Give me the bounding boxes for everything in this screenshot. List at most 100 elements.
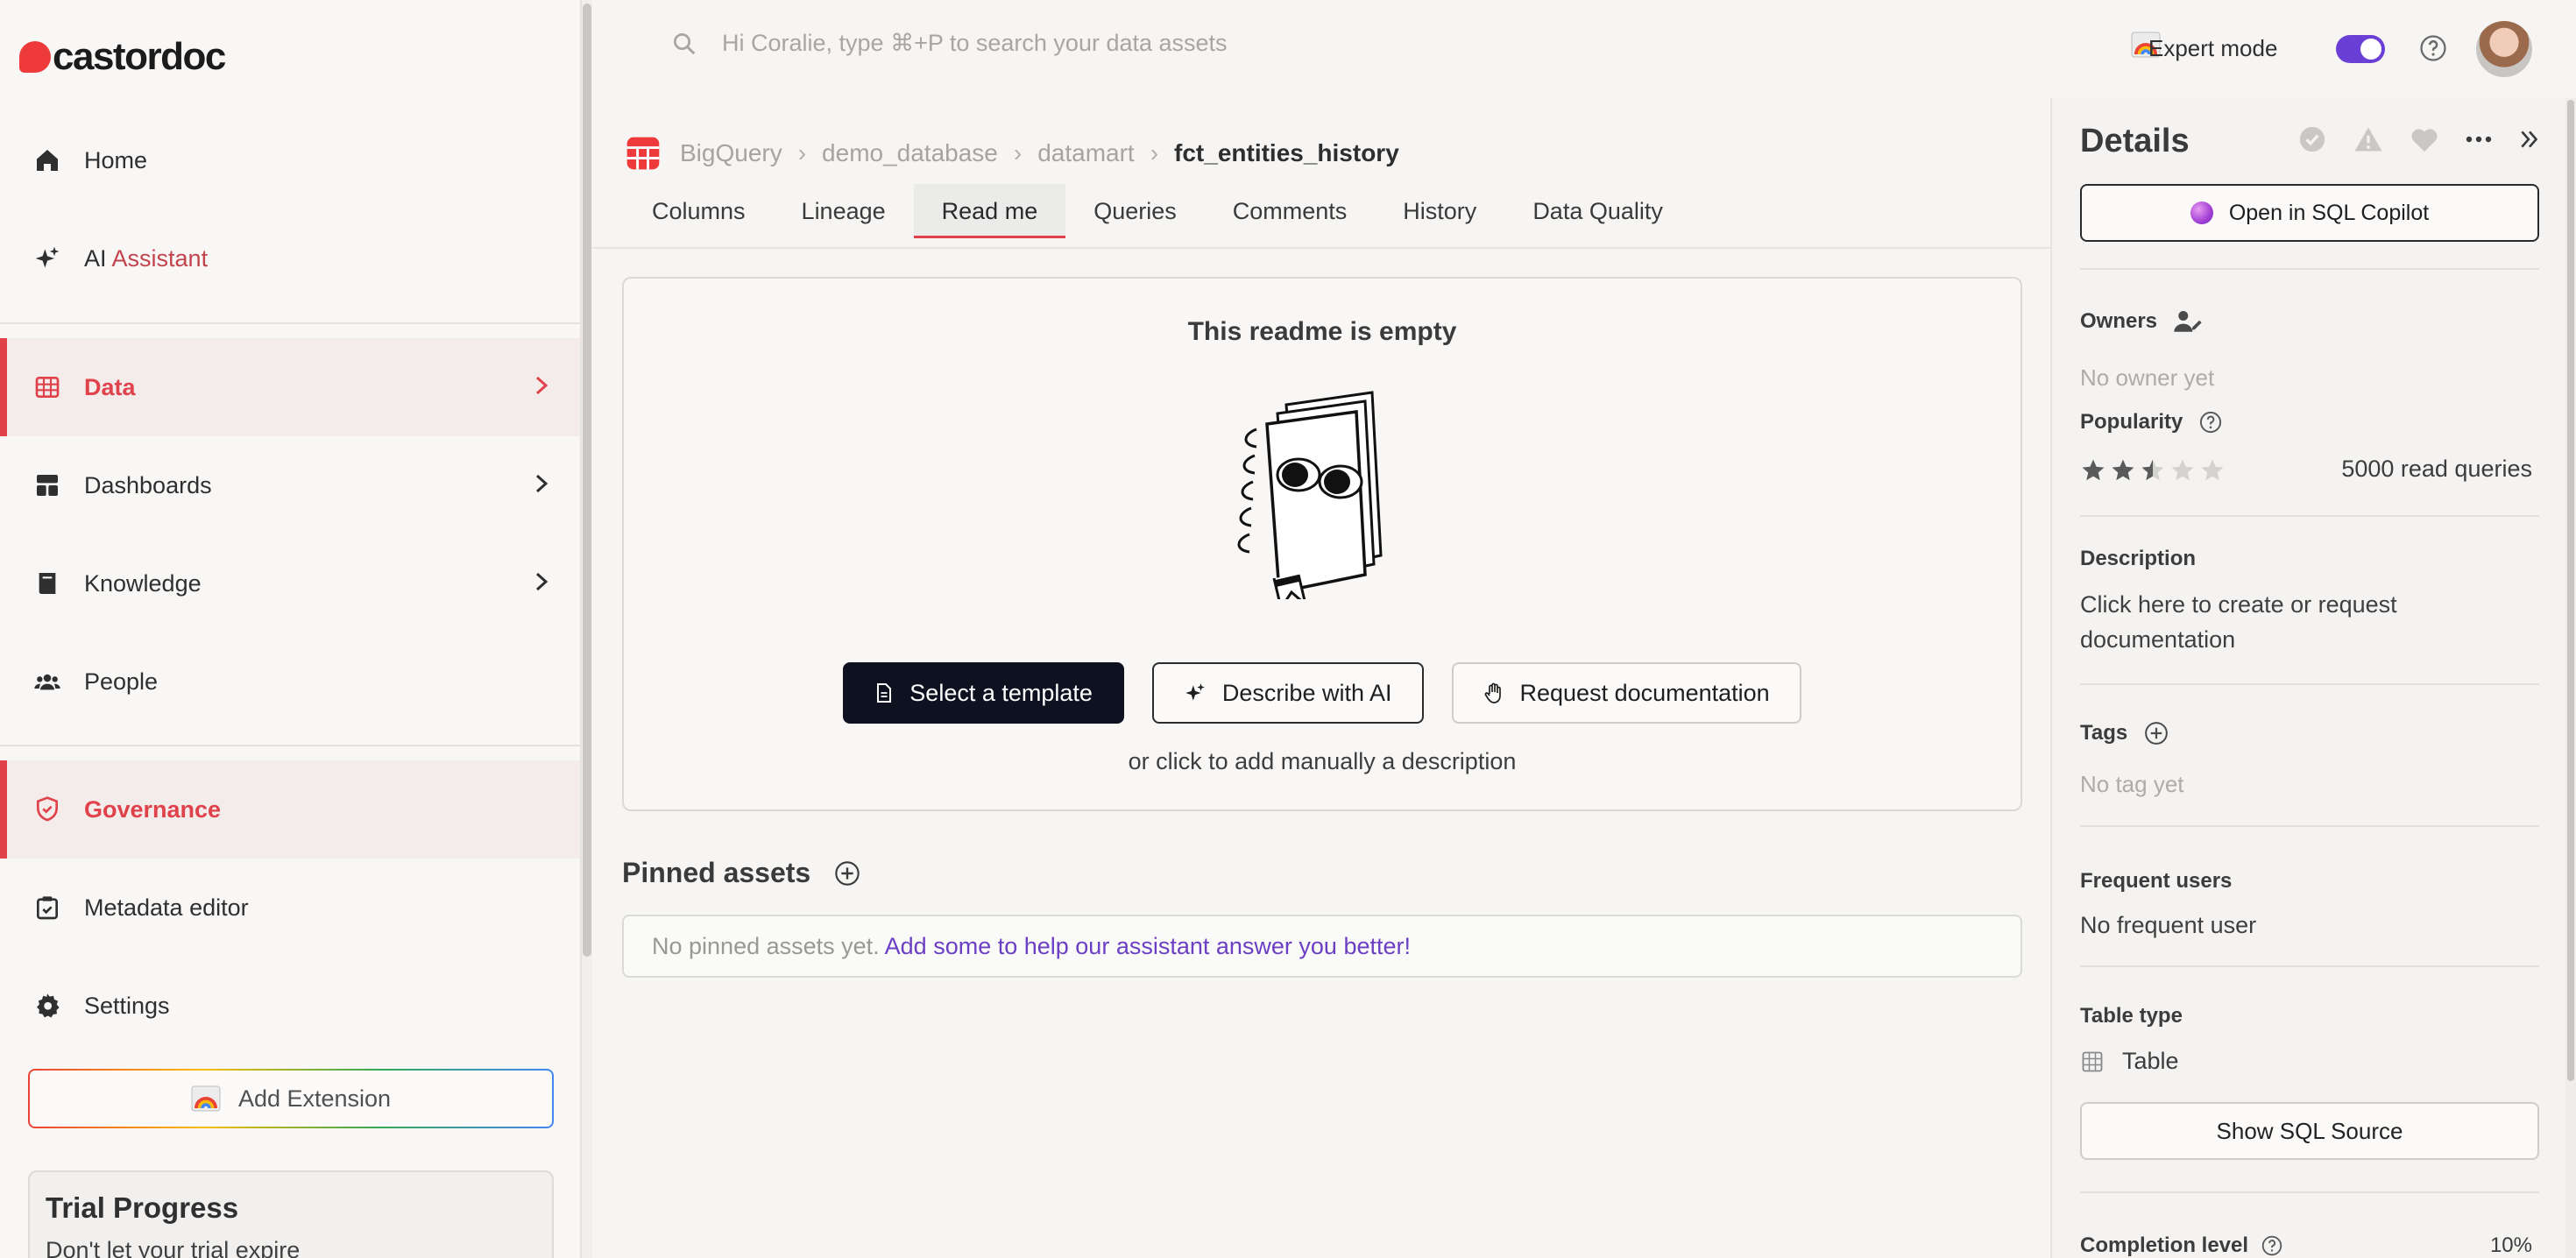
home-icon [26, 146, 68, 174]
popularity-stars [2080, 457, 2226, 488]
open-sql-copilot-label: Open in SQL Copilot [2228, 200, 2430, 225]
select-template-label: Select a template [909, 679, 1093, 706]
more-options-icon[interactable] [2466, 135, 2492, 144]
breadcrumb-schema[interactable]: datamart [1037, 139, 1135, 167]
toggle-knob [2360, 39, 2381, 60]
sidebar-item-home[interactable]: Home [0, 111, 580, 209]
tab-columns[interactable]: Columns [624, 184, 774, 238]
sidebar-item-knowledge[interactable]: Knowledge [0, 534, 580, 633]
heart-icon[interactable] [2410, 125, 2439, 153]
table-type-label: Table type [2080, 1004, 2183, 1028]
shield-check-icon [26, 795, 68, 823]
request-documentation-label: Request documentation [1519, 679, 1770, 706]
details-divider [2080, 683, 2539, 685]
scrollbar-thumb[interactable] [583, 4, 591, 957]
chevron-right-icon [531, 470, 552, 504]
warning-icon[interactable] [2353, 125, 2383, 153]
sidebar-item-data[interactable]: Data [0, 338, 580, 436]
sidebar-item-ai-assistant[interactable]: AI Assistant [0, 209, 580, 307]
tags-value: No tag yet [2080, 771, 2184, 797]
completion-value: 10% [2489, 1233, 2532, 1257]
popularity-label-text: Popularity [2080, 410, 2183, 434]
pinned-assets-header: Pinned assets [622, 857, 861, 889]
verified-check-icon[interactable] [2297, 124, 2327, 154]
sidebar-item-governance[interactable]: Governance [0, 760, 580, 859]
sidebar-item-dashboards[interactable]: Dashboards [0, 436, 580, 534]
sidebar-item-label: Governance [84, 795, 222, 823]
sidebar-item-label: People [84, 668, 159, 695]
tab-comments[interactable]: Comments [1205, 184, 1376, 238]
expert-mode-toggle[interactable] [2336, 35, 2385, 63]
logo-mark [19, 41, 51, 73]
sidebar-item-settings[interactable]: Settings [0, 957, 580, 1055]
details-divider [2080, 268, 2539, 270]
select-template-button[interactable]: Select a template [843, 662, 1124, 724]
description-value[interactable]: Click here to create or request document… [2080, 587, 2518, 657]
describe-with-ai-button[interactable]: Describe with AI [1151, 662, 1424, 724]
sparkle-icon [1184, 682, 1207, 704]
collapse-panel-icon[interactable] [2518, 128, 2541, 151]
breadcrumb-source[interactable]: BigQuery [680, 139, 782, 167]
document-icon [874, 682, 894, 703]
chevron-right-icon [531, 371, 552, 406]
tab-history[interactable]: History [1375, 184, 1504, 238]
help-icon[interactable] [2261, 1234, 2283, 1257]
star-icon [2169, 457, 2196, 488]
people-icon [26, 668, 68, 696]
search-input[interactable]: Hi Coralie, type ⌘+P to search your data… [722, 30, 1228, 57]
chrome-extension-icon [191, 1085, 221, 1112]
tab-read-me[interactable]: Read me [913, 184, 1066, 238]
sidebar-item-metadata-editor[interactable]: Metadata editor [0, 859, 580, 957]
add-tag-icon[interactable] [2143, 720, 2169, 746]
table-icon [624, 134, 662, 173]
trial-title: Trial Progress [46, 1191, 239, 1224]
chevron-right-icon [531, 568, 552, 602]
sidebar-item-label: Settings [84, 992, 170, 1019]
tab-data-quality[interactable]: Data Quality [1504, 184, 1691, 238]
scrollbar-thumb[interactable] [2567, 100, 2574, 1081]
user-avatar[interactable] [2476, 21, 2532, 77]
add-pinned-assets-link[interactable]: Add some to help our assistant answer yo… [885, 933, 1411, 960]
pinned-empty-text: No pinned assets yet. [652, 932, 880, 959]
top-bar: Hi Coralie, type ⌘+P to search your data… [592, 0, 2576, 98]
table-icon [2080, 1050, 2105, 1074]
gear-icon [26, 992, 68, 1020]
table-type-value: Table [2080, 1048, 2179, 1075]
owners-value[interactable]: No owner yet [2080, 364, 2214, 392]
sidebar: castordoc Home AI Assistant Data Dashboa… [0, 0, 582, 1258]
dashboard-icon [26, 471, 68, 499]
sidebar-item-people[interactable]: People [0, 633, 580, 731]
details-actions [2297, 124, 2541, 154]
add-pinned-asset-icon[interactable] [833, 859, 861, 887]
tab-queries[interactable]: Queries [1065, 184, 1205, 238]
ai-label-main: AI [84, 244, 112, 272]
details-scrollbar[interactable] [2565, 98, 2576, 1258]
sidebar-item-label: Knowledge [84, 569, 202, 597]
castordoc-logo[interactable]: castordoc [19, 35, 226, 79]
breadcrumb-database[interactable]: demo_database [822, 139, 998, 167]
sidebar-item-label: Metadata editor [84, 894, 249, 921]
request-documentation-button[interactable]: Request documentation [1451, 662, 1801, 724]
details-divider [2080, 1191, 2539, 1193]
search-bar[interactable]: Hi Coralie, type ⌘+P to search your data… [671, 30, 1228, 57]
show-sql-source-button[interactable]: Show SQL Source [2080, 1102, 2539, 1160]
help-icon[interactable] [2418, 33, 2448, 67]
add-extension-button[interactable]: Add Extension [28, 1069, 554, 1128]
trial-progress-card[interactable]: Trial Progress Don't let your trial expi… [28, 1170, 554, 1258]
chevron-right-icon: › [797, 139, 807, 166]
add-extension-label: Add Extension [237, 1085, 392, 1112]
frequent-users-value: No frequent user [2080, 912, 2257, 938]
add-description-manually-link[interactable]: or click to add manually a description [624, 748, 2020, 775]
tab-lineage[interactable]: Lineage [774, 184, 914, 238]
readme-empty-title: This readme is empty [1187, 317, 1457, 346]
breadcrumb-current: fct_entities_history [1174, 139, 1399, 166]
search-icon [671, 31, 697, 57]
details-panel: Details Open in SQL Copilot Owners No ow… [2050, 98, 2567, 1258]
sidebar-scrollbar[interactable] [582, 0, 592, 1258]
tags-label: Tags [2080, 720, 2169, 746]
asset-tabs: Columns Lineage Read me Queries Comments… [624, 184, 1691, 238]
open-sql-copilot-button[interactable]: Open in SQL Copilot [2080, 184, 2539, 242]
help-icon[interactable] [2198, 410, 2223, 435]
edit-owner-icon[interactable] [2173, 308, 2203, 335]
sidebar-item-label: Data [84, 373, 136, 400]
